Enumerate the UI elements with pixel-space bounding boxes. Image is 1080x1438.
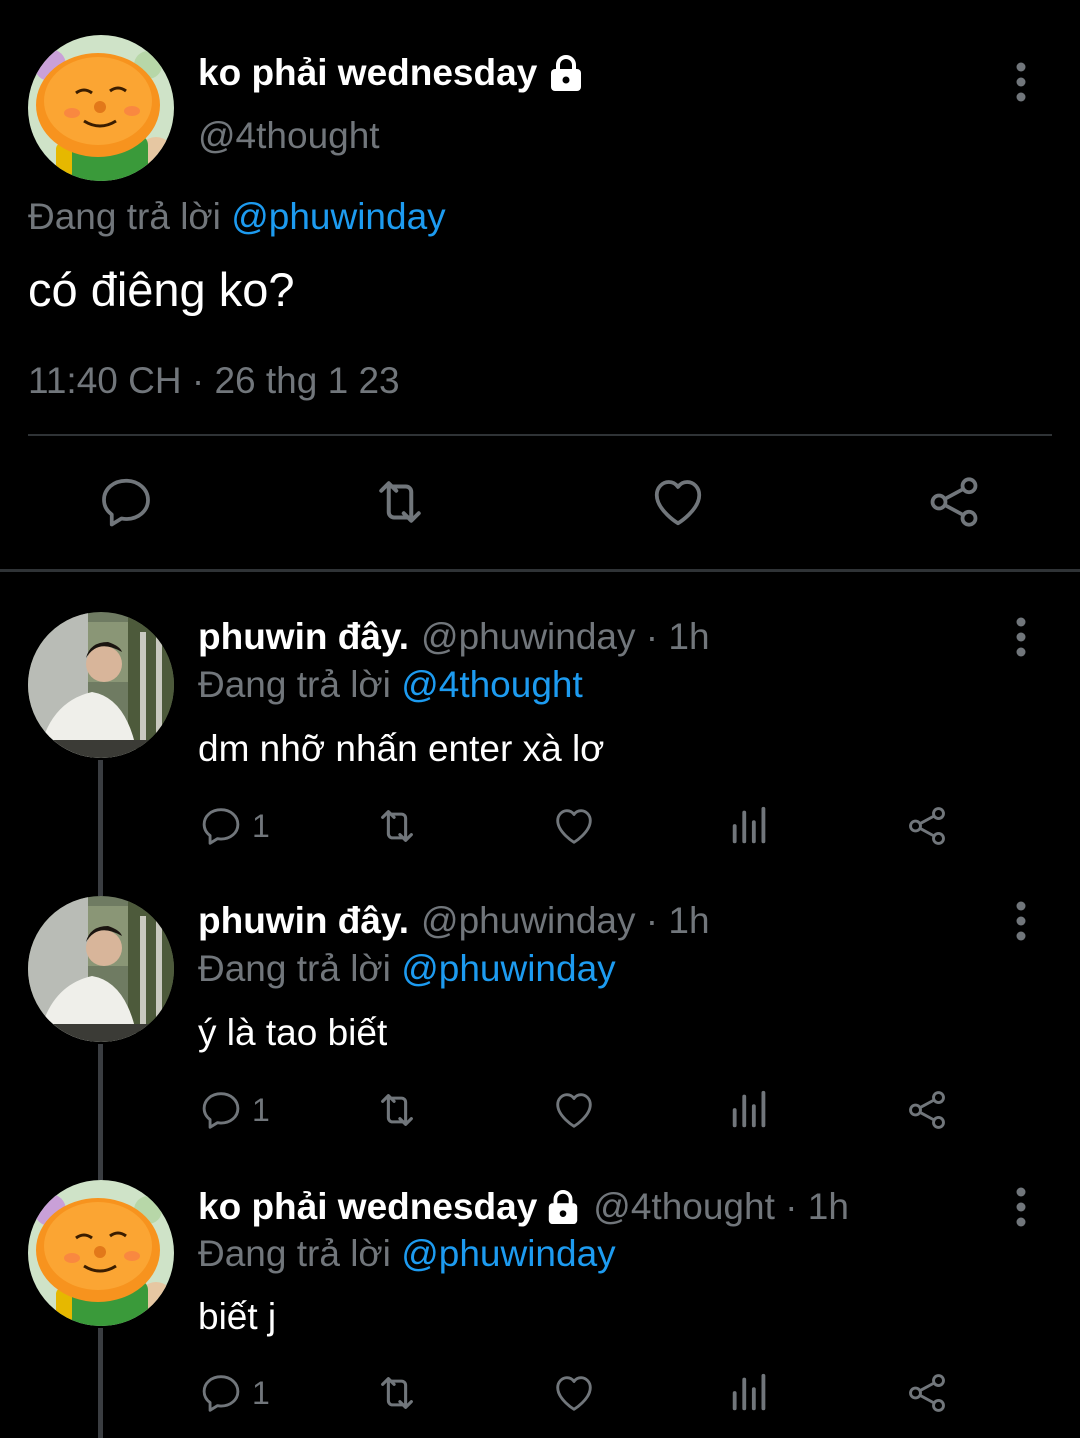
replying-to: Đang trả lời @phuwinday (198, 1233, 616, 1275)
views-button[interactable] (727, 803, 773, 849)
views-icon (727, 1087, 773, 1133)
share-icon (904, 1370, 950, 1416)
reply-text: dm nhỡ nhấn enter xà lơ (198, 728, 605, 769)
share-icon (904, 803, 950, 849)
reply-author[interactable]: phuwin đây. @phuwinday · 1h (198, 900, 710, 942)
thread-line (98, 1044, 103, 1180)
tweet-text: có điêng ko? (28, 263, 295, 316)
reply-count: 1 (252, 1374, 270, 1411)
avatar[interactable] (28, 1180, 174, 1326)
retweet-button[interactable] (374, 803, 420, 849)
retweet-icon (374, 803, 420, 849)
thread-line (98, 1328, 103, 1438)
avatar[interactable] (28, 896, 174, 1042)
replying-mention-link[interactable]: @phuwinday (401, 1233, 615, 1274)
reply-count: 1 (252, 1091, 270, 1128)
reply-icon (198, 1370, 244, 1416)
more-options-icon[interactable] (1006, 899, 1036, 943)
views-icon (727, 1370, 773, 1416)
views-button[interactable] (727, 1370, 773, 1416)
like-icon (551, 803, 597, 849)
avatar[interactable] (28, 612, 174, 758)
retweet-icon (374, 1087, 420, 1133)
avatar[interactable] (28, 35, 174, 181)
replying-mention-link[interactable]: @phuwinday (401, 948, 615, 989)
retweet-icon (374, 1370, 420, 1416)
tweet-timestamp[interactable]: 11:40 CH · 26 thg 1 23 (28, 360, 400, 402)
like-button[interactable] (551, 1087, 597, 1133)
author-display-name: ko phải wednesday (198, 52, 538, 93)
like-button[interactable] (551, 803, 597, 849)
replying-prefix: Đang trả lời (198, 948, 391, 989)
more-options-icon[interactable] (1006, 60, 1036, 104)
share-icon (904, 1087, 950, 1133)
more-options-icon[interactable] (1006, 615, 1036, 659)
reply-count: 1 (252, 807, 270, 844)
replying-mention-link[interactable]: @4thought (401, 664, 583, 705)
reply-text: biết j (198, 1296, 277, 1337)
author-handle[interactable]: @4thought (198, 115, 380, 157)
replying-prefix: Đang trả lời (198, 1233, 391, 1274)
lock-icon (547, 53, 585, 93)
reply-display-name: phuwin đây. (198, 616, 410, 657)
share-button[interactable] (924, 472, 984, 532)
reply-author[interactable]: ko phải wednesday @4thought · 1h (198, 1186, 849, 1228)
replying-to: Đang trả lời @4thought (198, 664, 583, 706)
reply-author[interactable]: phuwin đây. @phuwinday · 1h (198, 616, 710, 658)
reply-display-name: ko phải wednesday (198, 1186, 538, 1227)
share-button[interactable] (904, 1087, 950, 1133)
reply-handle-time: @phuwinday · 1h (421, 900, 710, 941)
like-button[interactable] (648, 472, 708, 532)
like-icon (551, 1087, 597, 1133)
reply-text: ý là tao biết (198, 1012, 388, 1053)
share-button[interactable] (904, 1370, 950, 1416)
reply-button[interactable] (96, 472, 156, 532)
reply-button[interactable]: 1 (198, 803, 270, 849)
more-options-icon[interactable] (1006, 1185, 1036, 1229)
reply-display-name: phuwin đây. (198, 900, 410, 941)
views-button[interactable] (727, 1087, 773, 1133)
like-icon (551, 1370, 597, 1416)
like-icon (648, 472, 708, 532)
share-icon (924, 472, 984, 532)
section-divider (0, 569, 1080, 572)
replying-prefix: Đang trả lời (198, 664, 391, 705)
reply-icon (198, 1087, 244, 1133)
reply-icon (96, 472, 156, 532)
replying-to: Đang trả lời @phuwinday (28, 196, 446, 238)
replying-prefix: Đang trả lời (28, 196, 221, 237)
lock-icon (545, 1188, 581, 1226)
retweet-button[interactable] (374, 1087, 420, 1133)
tweet-thread-page: ko phải wednesday @4thought Đang trả lời… (0, 0, 1080, 1438)
author-name[interactable]: ko phải wednesday (198, 52, 585, 94)
reply-handle-time: @4thought · 1h (593, 1186, 849, 1227)
reply-button[interactable]: 1 (198, 1370, 270, 1416)
replying-to: Đang trả lời @phuwinday (198, 948, 616, 990)
replying-mention-link[interactable]: @phuwinday (231, 196, 445, 237)
reply-button[interactable]: 1 (198, 1087, 270, 1133)
retweet-icon (370, 472, 430, 532)
reply-handle-time: @phuwinday · 1h (421, 616, 710, 657)
like-button[interactable] (551, 1370, 597, 1416)
share-button[interactable] (904, 803, 950, 849)
retweet-button[interactable] (374, 1370, 420, 1416)
reply-icon (198, 803, 244, 849)
divider (28, 434, 1052, 436)
thread-line (98, 760, 103, 896)
retweet-button[interactable] (370, 472, 430, 532)
views-icon (727, 803, 773, 849)
